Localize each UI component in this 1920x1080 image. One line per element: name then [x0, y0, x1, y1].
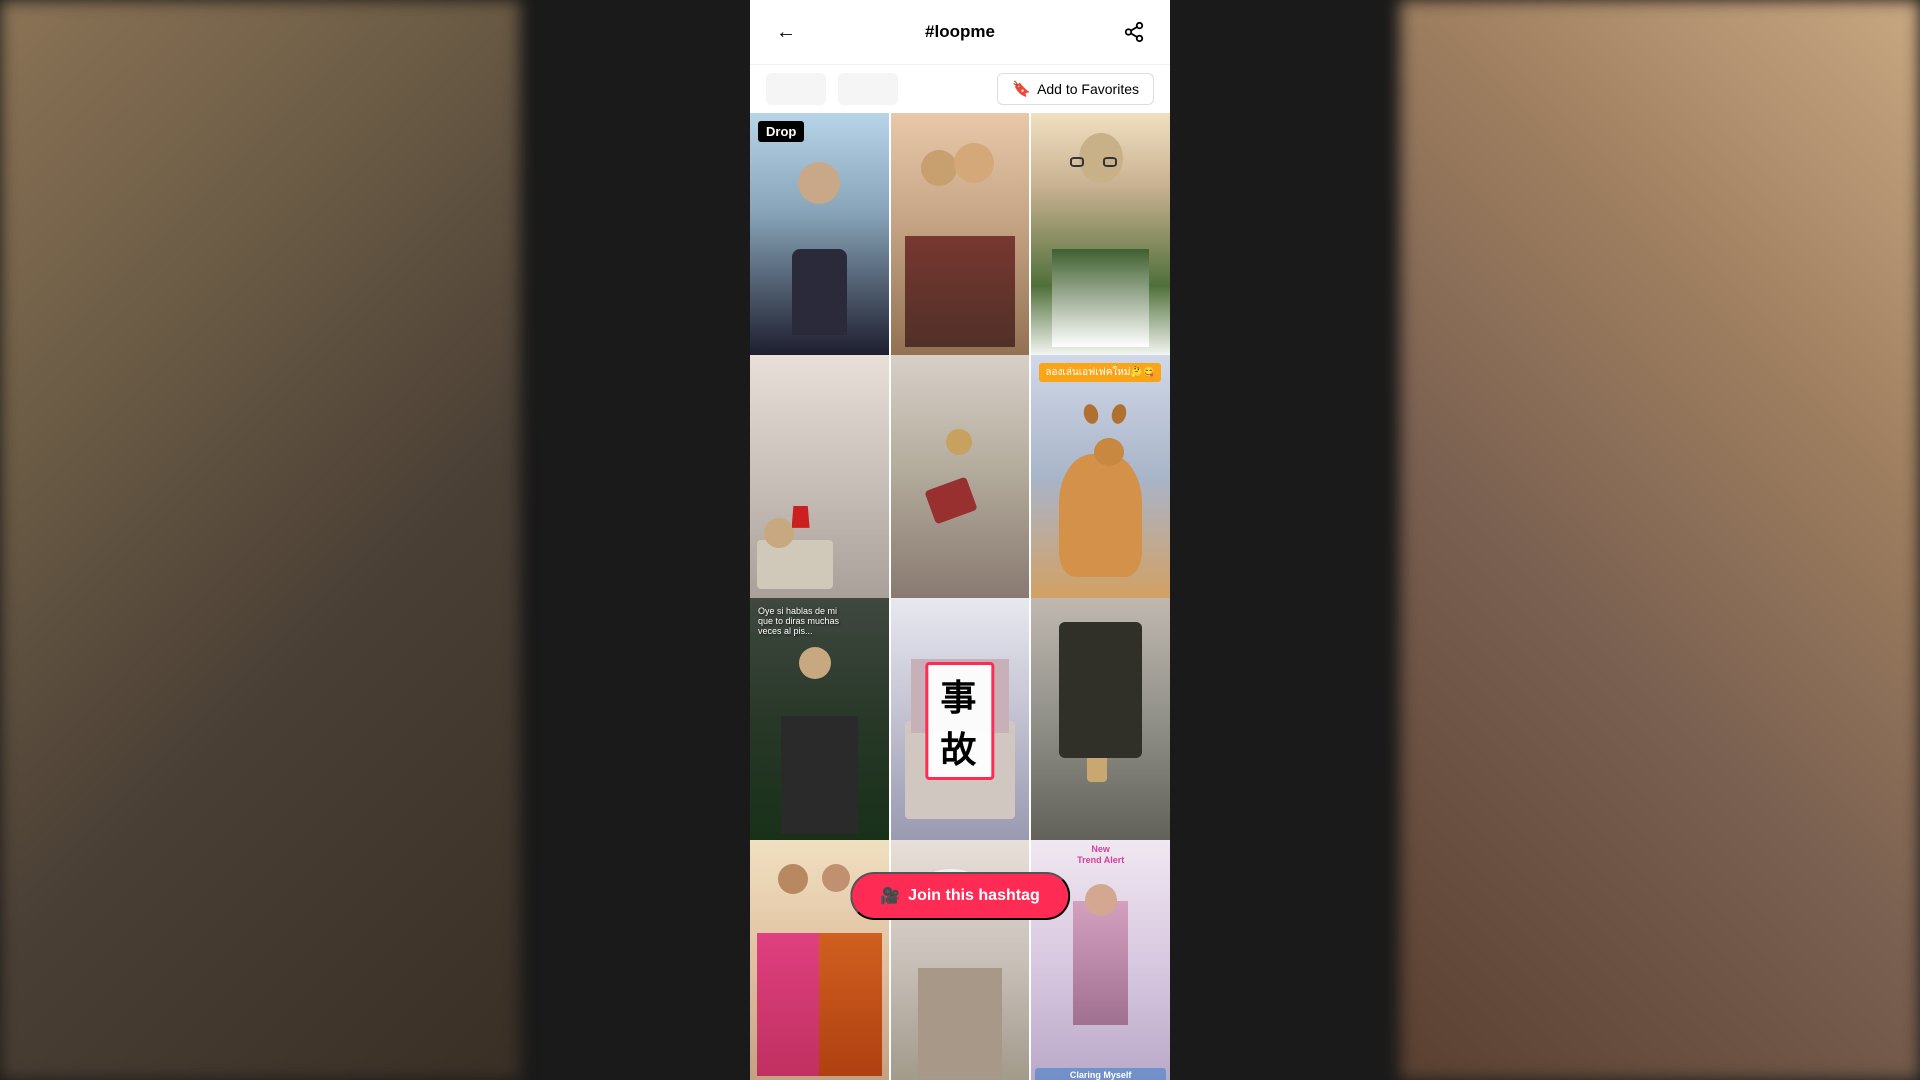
stat-box-2	[838, 73, 898, 105]
claring-overlay: Claring Myself	[1035, 1068, 1166, 1080]
back-button[interactable]: ←	[770, 16, 802, 48]
video-cell-7[interactable]: Oye si hablas de mique to diras muchasve…	[750, 598, 889, 845]
head-right	[954, 143, 994, 183]
person12-head	[1085, 884, 1117, 916]
elderly-body	[918, 968, 1001, 1076]
join-hashtag-label: Join this hashtag	[908, 887, 1040, 905]
bg-blur-left	[0, 0, 520, 1080]
dog-body	[1059, 454, 1142, 577]
person12-body	[1073, 901, 1128, 1024]
sari-1	[757, 933, 819, 1076]
camera-icon: 🎥	[880, 886, 900, 906]
video-cell-9[interactable]	[1031, 598, 1170, 845]
person7-head	[799, 647, 831, 679]
head-silhouette	[798, 162, 840, 204]
red-cup	[792, 506, 810, 528]
join-hashtag-button[interactable]: 🎥 Join this hashtag	[850, 872, 1070, 920]
share-button[interactable]	[1118, 16, 1150, 48]
add-favorites-label: Add to Favorites	[1037, 81, 1139, 97]
body-silhouette	[792, 249, 847, 335]
dog-head	[1094, 438, 1124, 466]
video-cell-8[interactable]: 事故	[891, 598, 1030, 845]
video-cell-1[interactable]: Drop	[750, 113, 889, 360]
glass-left	[1070, 157, 1084, 167]
bed	[757, 540, 833, 589]
camera-body	[1059, 622, 1142, 758]
spanish-overlay: Oye si hablas de mique to diras muchasve…	[758, 606, 881, 636]
person10-head-1	[778, 864, 808, 894]
video-cell-6[interactable]: ลองเล่นเอฟเฟคใหม่🤔😋	[1031, 355, 1170, 602]
video-cell-3[interactable]	[1031, 113, 1170, 360]
video-cell-2[interactable]	[891, 113, 1030, 360]
video-cell-4[interactable]	[750, 355, 889, 602]
person7-body	[781, 716, 859, 834]
page-title: #loopme	[925, 22, 995, 42]
share-icon	[1123, 21, 1145, 43]
sari-2	[819, 933, 881, 1076]
stat-box-1	[766, 73, 826, 105]
back-arrow-icon: ←	[776, 21, 796, 44]
sub-header: 🔖 Add to Favorites	[750, 65, 1170, 113]
header: ← #loopme	[750, 0, 1170, 65]
bookmark-icon: 🔖	[1012, 80, 1031, 98]
trend-overlay: NewTrend Alert	[1035, 844, 1166, 867]
phone-container: ← #loopme 🔖 Add to Favorites	[750, 0, 1170, 1080]
video-grid: Drop	[750, 113, 1170, 1080]
head-left	[921, 150, 957, 186]
add-to-favorites-button[interactable]: 🔖 Add to Favorites	[997, 73, 1154, 105]
kanji-text: 事故	[940, 677, 976, 770]
stats-area	[766, 73, 898, 105]
thai-overlay: ลองเล่นเอฟเฟคใหม่🤔😋	[1039, 363, 1161, 382]
shirt	[1052, 249, 1149, 348]
kanji-overlay: 事故	[925, 662, 994, 780]
glass-right	[1103, 157, 1117, 167]
video-cell-5[interactable]	[891, 355, 1030, 602]
person-head	[764, 518, 794, 548]
bg-blur-right	[1400, 0, 1920, 1080]
bodies	[905, 236, 1016, 347]
drop-badge: Drop	[758, 121, 804, 142]
